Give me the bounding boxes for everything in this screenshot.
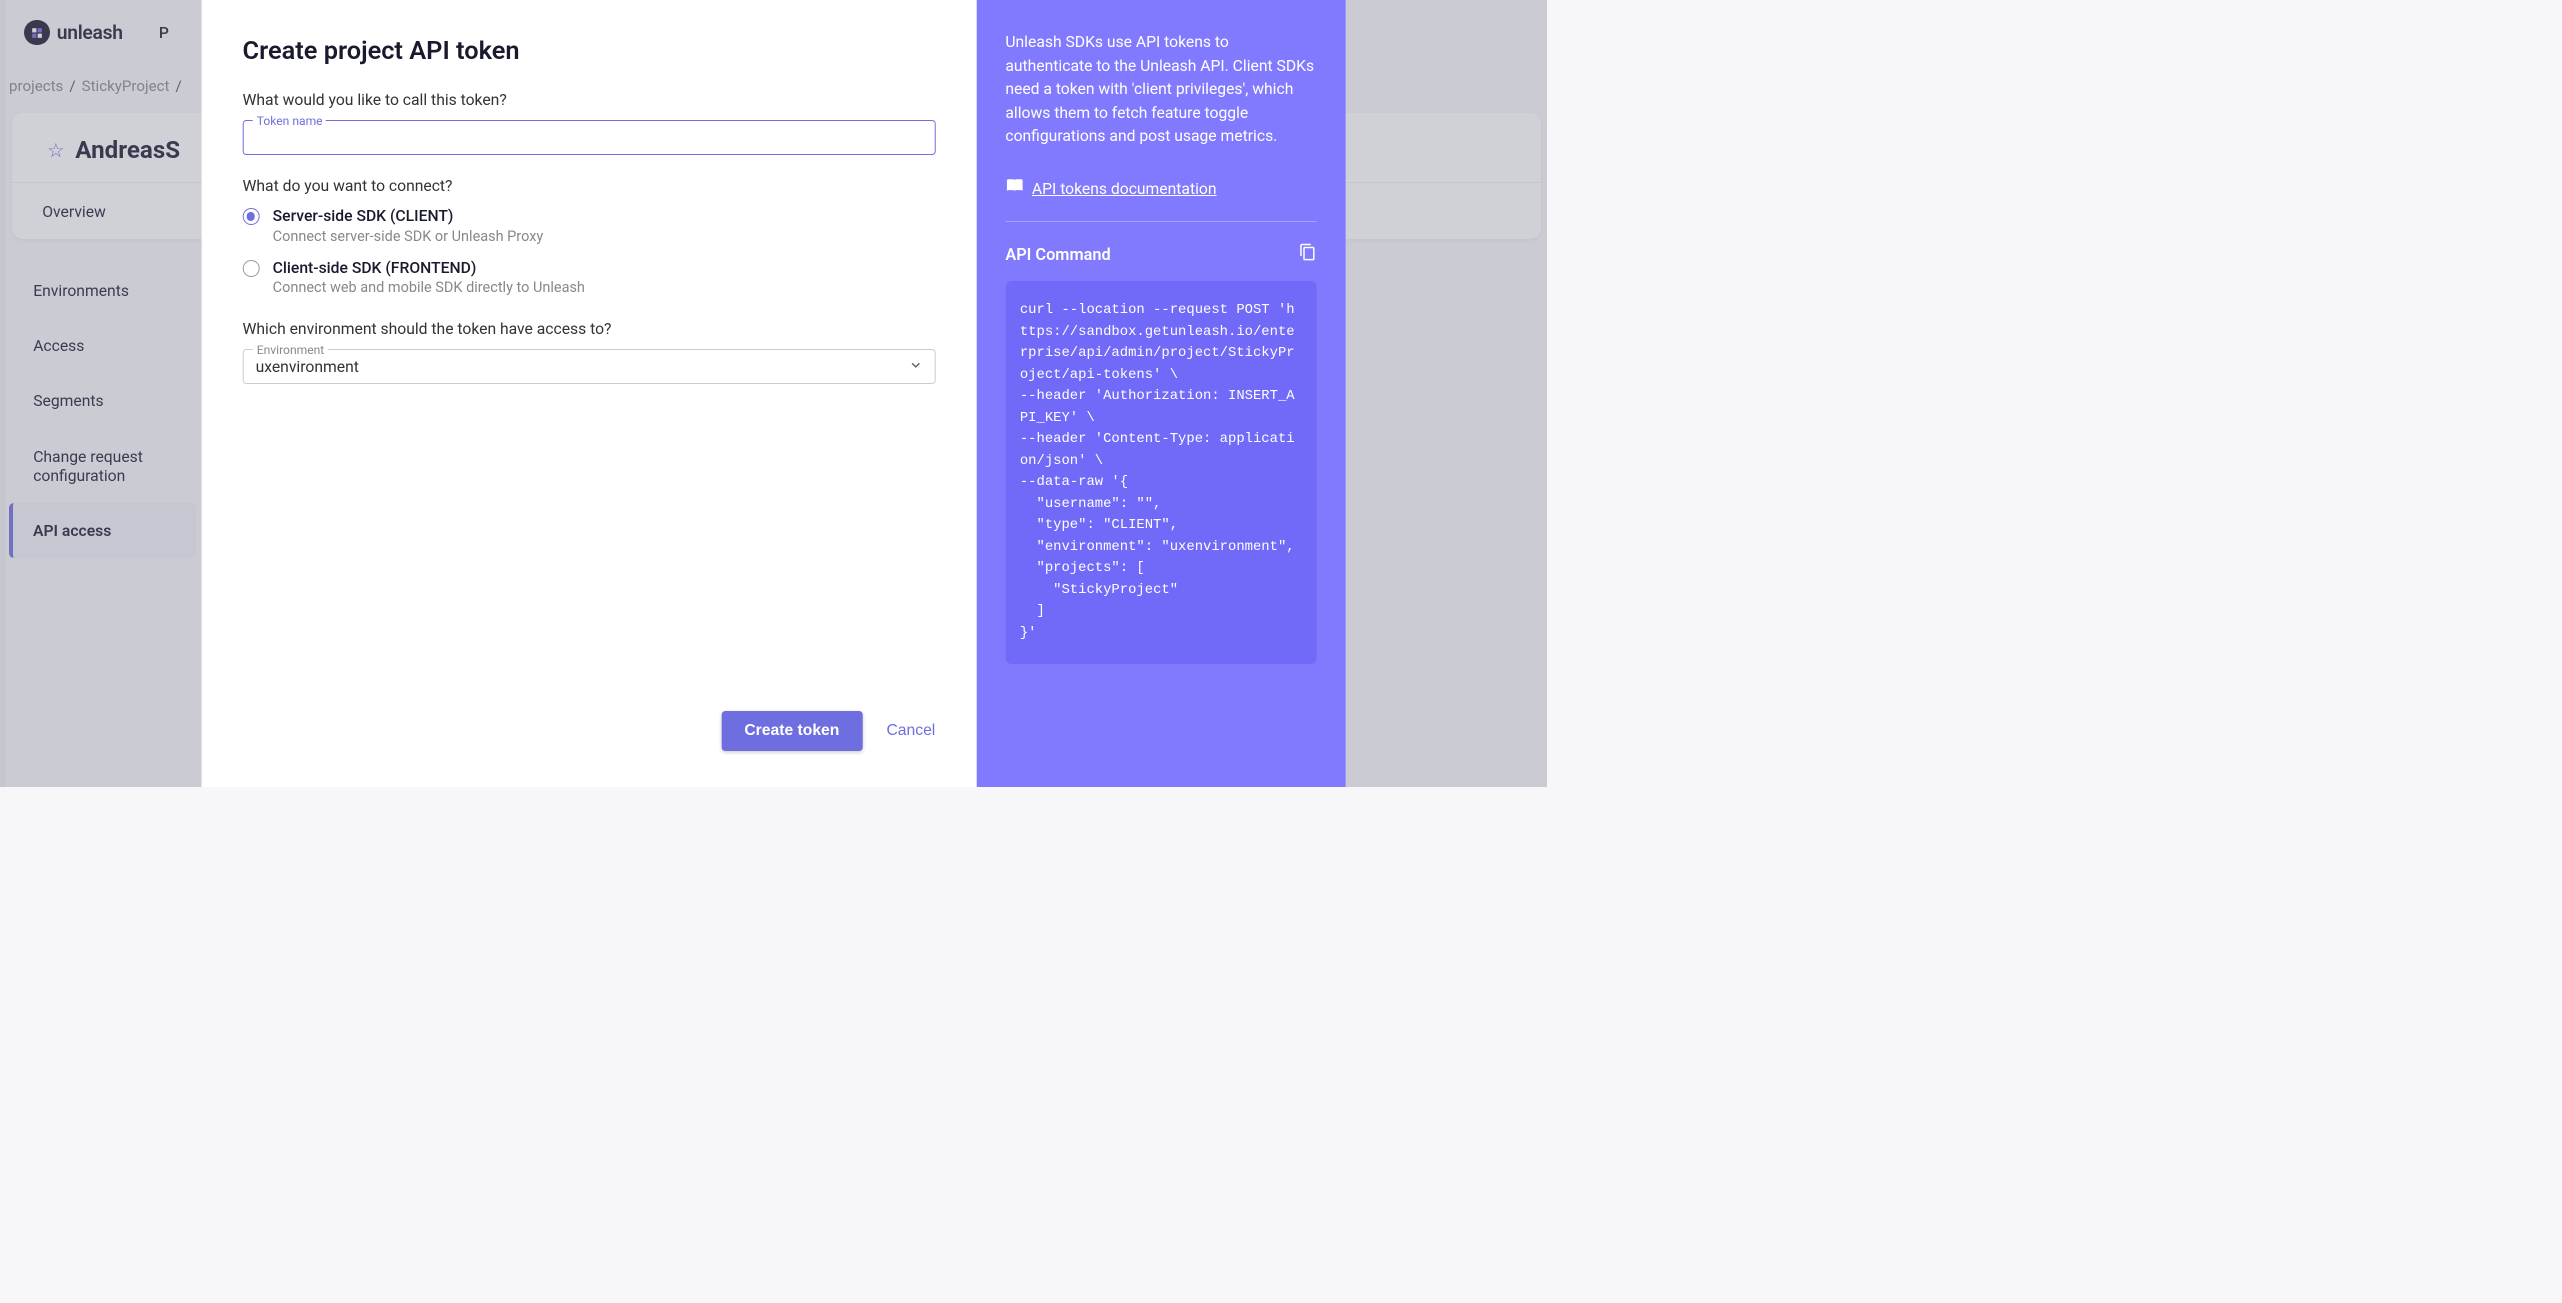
environment-select[interactable]: Environment uxenvironment [242,349,935,384]
sdk-radio-group: Server-side SDK (CLIENT) Connect server-… [242,206,935,296]
radio-server-desc: Connect server-side SDK or Unleash Proxy [273,228,544,245]
api-tokens-doc-link[interactable]: API tokens documentation [1032,179,1217,198]
copy-icon[interactable] [1299,243,1317,266]
create-token-modal: Create project API token What would you … [201,0,1346,787]
info-panel: Unleash SDKs use API tokens to authentic… [976,0,1346,787]
modal-overlay[interactable]: Create project API token What would you … [0,0,1547,787]
api-command-title: API Command [1005,245,1110,264]
modal-title: Create project API token [242,36,935,66]
create-token-button[interactable]: Create token [721,711,862,751]
book-icon [1005,178,1023,199]
env-question: Which environment should the token have … [242,319,935,338]
env-selected-value: uxenvironment [256,357,911,376]
radio-icon [242,260,259,277]
token-name-question: What would you like to call this token? [242,90,935,109]
chevron-down-icon [910,359,922,374]
token-name-floating-label: Token name [253,114,326,128]
api-command-header: API Command [1005,243,1317,266]
doc-link-row: API tokens documentation [1005,178,1317,221]
connect-question: What do you want to connect? [242,176,935,195]
info-description: Unleash SDKs use API tokens to authentic… [1005,30,1317,148]
radio-client-desc: Connect web and mobile SDK directly to U… [273,279,585,296]
radio-server-sdk[interactable]: Server-side SDK (CLIENT) Connect server-… [242,206,935,244]
env-floating-label: Environment [253,343,328,357]
token-name-field-wrap: Token name [242,120,935,155]
modal-actions: Create token Cancel [242,711,935,763]
radio-client-title: Client-side SDK (FRONTEND) [273,258,585,277]
cancel-button[interactable]: Cancel [886,722,935,740]
radio-client-sdk[interactable]: Client-side SDK (FRONTEND) Connect web a… [242,258,935,296]
radio-server-title: Server-side SDK (CLIENT) [273,206,544,225]
api-command-code[interactable]: curl --location --request POST 'https://… [1005,281,1317,664]
radio-icon [242,208,259,225]
token-name-input[interactable] [243,121,934,154]
